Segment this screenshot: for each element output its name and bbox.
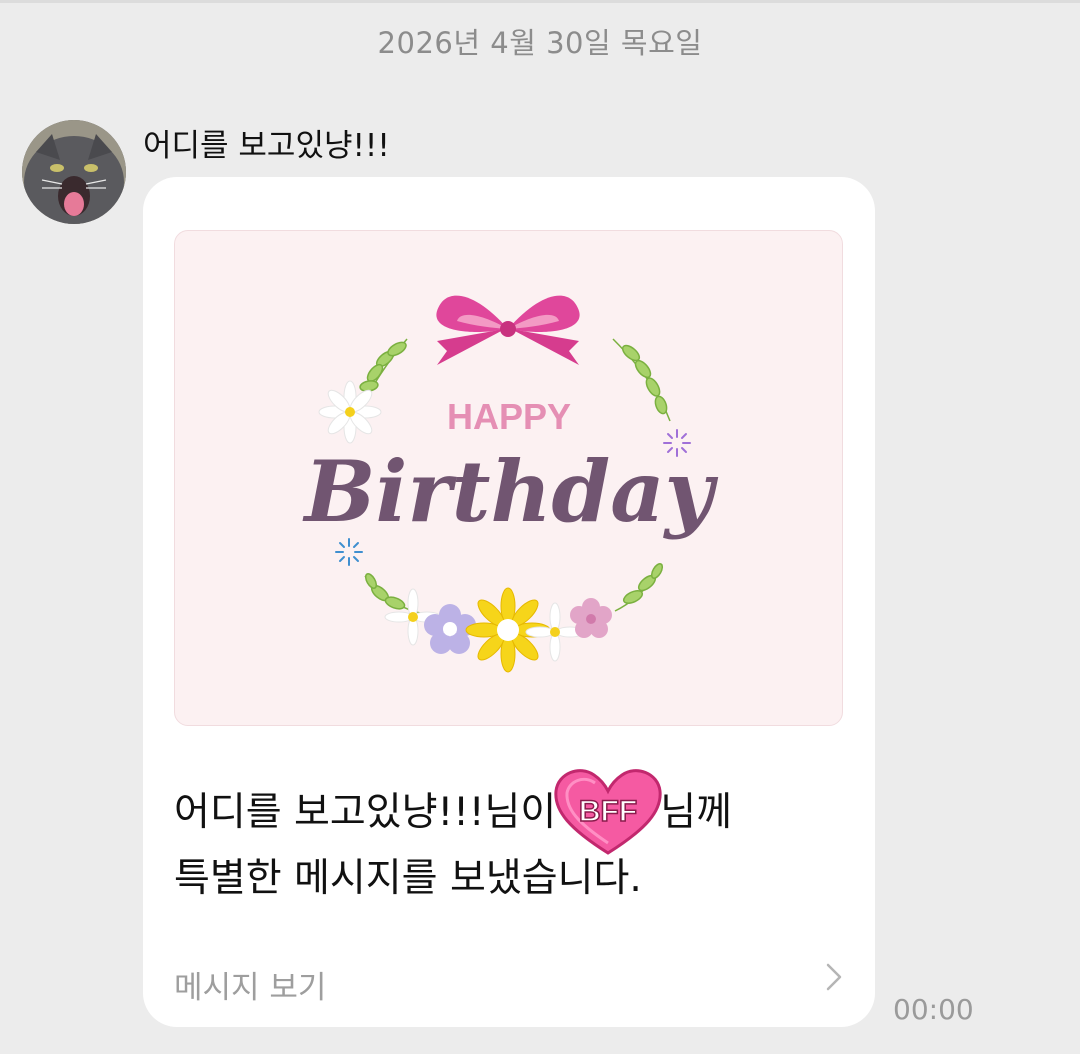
sender-name: 어디를 보고있냥!!! — [143, 128, 390, 164]
avatar[interactable] — [22, 120, 126, 224]
message-text-line2: 특별한 메시지를 보냈습니다. — [174, 856, 642, 901]
message-text: 어디를 보고있냥!!!님이 BFF 님께 특별한 메시지를 보냈습니다. — [174, 769, 834, 911]
view-message-link[interactable]: 메시지 보기 — [174, 962, 326, 1007]
bff-sticker-text: BFF — [579, 795, 637, 828]
ribbon-icon — [436, 295, 580, 365]
chevron-right-icon[interactable] — [825, 962, 843, 1000]
leaf-branch-icon — [612, 338, 671, 422]
pink-flower-icon — [570, 598, 612, 638]
message-bubble[interactable]: HAPPY Birthday 어디를 보고있냥!!!님이 BFF 님께 특별한 … — [143, 177, 875, 1027]
top-divider — [0, 0, 1080, 3]
bff-heart-sticker: BFF — [554, 769, 662, 855]
sparkle-icon — [335, 538, 363, 566]
message-text-part1: 어디를 보고있냥!!!님이 — [174, 790, 557, 835]
date-separator: 2026년 4월 30일 목요일 — [377, 26, 703, 60]
card-happy-text: HAPPY — [447, 396, 571, 437]
message-text-part2: 님께 — [660, 790, 732, 835]
card-birthday-text: Birthday — [302, 442, 718, 541]
birthday-card-image[interactable]: HAPPY Birthday — [174, 230, 843, 726]
message-time: 00:00 — [893, 993, 974, 1026]
